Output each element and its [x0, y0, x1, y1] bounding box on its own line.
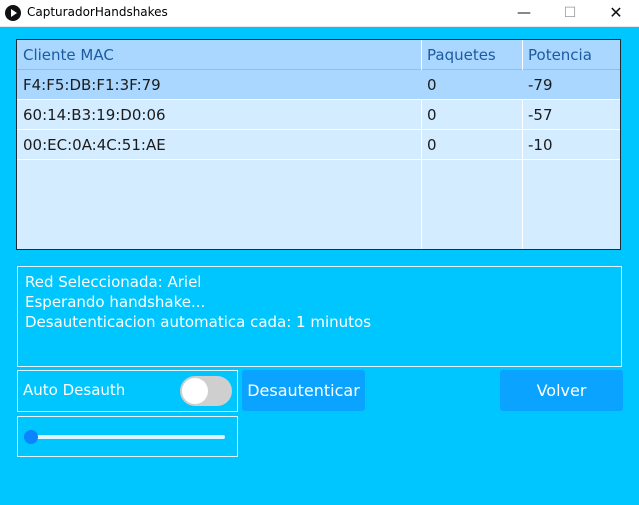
cell-mac: 00:EC:0A:4C:51:AE — [23, 136, 166, 154]
handshake-status-text: Esperando handshake... — [25, 293, 206, 311]
auto-deauth-interval-text: Desautenticacion automatica cada: 1 minu… — [25, 313, 372, 331]
auto-deauth-toggle[interactable] — [180, 376, 232, 406]
cell-packets: 0 — [427, 136, 437, 154]
table-row[interactable]: 00:EC:0A:4C:51:AE 0 -10 — [17, 130, 620, 160]
cell-packets: 0 — [427, 76, 437, 94]
interval-slider-panel — [17, 416, 238, 457]
interval-slider-thumb[interactable] — [24, 430, 38, 444]
cell-power: -57 — [528, 106, 553, 124]
cell-packets: 0 — [427, 106, 437, 124]
status-panel: Red Seleccionada: Ariel Esperando handsh… — [17, 266, 622, 367]
interval-slider-track[interactable] — [28, 435, 225, 439]
cell-power: -10 — [528, 136, 553, 154]
cell-mac: 60:14:B3:19:D0:06 — [23, 106, 166, 124]
table-row[interactable]: F4:F5:DB:F1:3F:79 0 -79 — [17, 70, 620, 100]
maximize-button[interactable]: ☐ — [547, 0, 593, 26]
close-button[interactable]: ✕ — [593, 0, 639, 26]
table-row[interactable]: 60:14:B3:19:D0:06 0 -57 — [17, 100, 620, 130]
deauthenticate-button[interactable]: Desautenticar — [242, 370, 365, 411]
minimize-button[interactable]: — — [501, 0, 547, 26]
toggle-knob — [182, 378, 208, 404]
clients-table: Cliente MAC Paquetes Potencia F4:F5:DB:F… — [16, 39, 621, 250]
play-circle-icon — [5, 5, 21, 21]
column-header-power[interactable]: Potencia — [522, 40, 620, 70]
cell-power: -79 — [528, 76, 553, 94]
auto-deauth-panel: Auto Desauth — [17, 370, 238, 412]
column-header-mac[interactable]: Cliente MAC — [17, 40, 421, 70]
back-button[interactable]: Volver — [500, 370, 623, 411]
selected-network-text: Red Seleccionada: Ariel — [25, 273, 202, 291]
window-title: CapturadorHandshakes — [27, 5, 168, 19]
title-bar: CapturadorHandshakes — ☐ ✕ — [0, 0, 639, 27]
table-header: Cliente MAC Paquetes Potencia — [17, 40, 620, 70]
auto-deauth-label: Auto Desauth — [23, 381, 126, 399]
cell-mac: F4:F5:DB:F1:3F:79 — [23, 76, 161, 94]
column-header-packets[interactable]: Paquetes — [421, 40, 522, 70]
